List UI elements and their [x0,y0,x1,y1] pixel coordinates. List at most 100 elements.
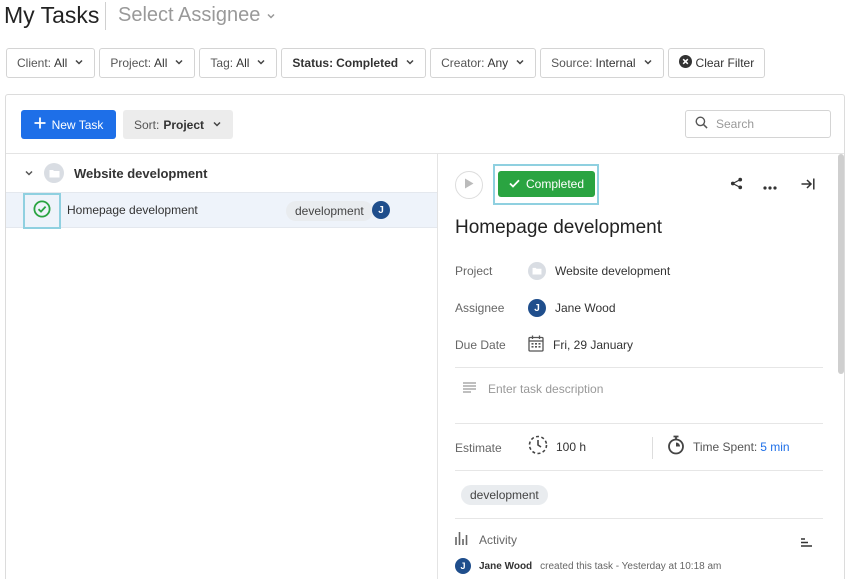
task-list: Website development Homepage development… [6,154,438,579]
filter-status[interactable]: Status: Completed [281,48,427,78]
estimate-label: Estimate [455,441,502,455]
time-spent-label: Time Spent: [693,439,758,454]
filter-value: Internal [595,56,636,70]
filter-label: Status: [292,56,334,70]
page-title: My Tasks [4,2,100,28]
assignee-name: Jane Wood [555,301,616,315]
sort-activity-icon[interactable] [801,535,813,553]
chevron-down-icon [256,56,266,70]
share-icon [730,177,743,195]
collapse-pane-button[interactable] [799,177,817,195]
new-task-button[interactable]: New Task [21,110,116,139]
start-timer-button[interactable] [455,171,483,199]
time-spent-link[interactable]: 5 min [760,440,789,454]
assignee-field-label: Assignee [455,301,505,315]
share-button[interactable] [727,177,745,195]
avatar: J [528,299,546,317]
filter-label: Project: [110,56,152,70]
divider [455,518,823,519]
task-detail-pane: Completed Homepage development Project W… [439,154,844,579]
chevron-down-icon [643,56,653,70]
filter-value: All [54,56,68,70]
text-lines-icon [463,382,476,396]
task-description-input[interactable]: Enter task description [463,382,603,396]
task-row[interactable]: Homepage development development J [6,192,437,229]
clear-filter-button[interactable]: Clear Filter [667,48,766,78]
search-input[interactable]: Search [685,110,831,138]
play-icon [464,176,474,194]
divider [455,470,823,471]
filter-client[interactable]: Client: All [6,48,96,78]
avatar[interactable]: J [372,201,390,219]
chevron-down-icon[interactable] [24,166,34,181]
close-circle-icon [678,55,692,71]
filter-label: Source: [551,56,593,70]
activity-label: Activity [479,532,518,547]
estimate-value: 100 h [556,439,587,454]
sort-value: Project [163,117,205,132]
search-placeholder: Search [716,117,755,131]
chevron-down-icon [212,118,222,132]
completed-status-button[interactable]: Completed [498,171,595,197]
task-name: Homepage development [67,203,198,217]
check-icon [509,177,520,191]
chevron-down-icon [74,56,84,70]
log-text: created this task - Yesterday at 10:18 a… [540,560,722,572]
task-tag[interactable]: development [461,485,548,505]
due-date-field-value[interactable]: Fri, 29 January [528,335,633,355]
filter-project[interactable]: Project: All [99,48,196,78]
more-horizontal-icon [763,177,777,195]
tasks-panel: New Task Sort: Project Search Website de… [5,94,845,579]
time-spent-field: Time Spent: 5 min [667,435,790,458]
project-name: Website development [555,264,671,278]
filter-creator[interactable]: Creator: Any [430,48,537,78]
estimate-row: Estimate 100 h Time Spent: 5 min [455,435,825,461]
project-field-value[interactable]: Website development [528,262,670,280]
task-complete-toggle[interactable] [23,193,61,229]
filter-value: All [154,56,168,70]
divider [455,423,823,424]
filter-value: All [236,56,250,70]
project-group-name: Website development [74,165,208,181]
filter-tag[interactable]: Tag: All [199,48,278,78]
activity-log-entry: J Jane Wood created this task - Yesterda… [455,558,721,574]
log-user: Jane Wood [479,560,533,572]
sort-dropdown[interactable]: Sort: Project [123,110,233,139]
clear-filter-label: Clear Filter [695,56,755,70]
title-divider [105,2,106,30]
filter-value: Completed [336,56,399,70]
filter-bar: Client: All Project: All Tag: All Status… [6,48,766,78]
chevron-down-icon [405,56,415,70]
check-circle-icon [33,200,51,223]
select-assignee-dropdown[interactable]: Select Assignee [118,4,276,27]
sort-prefix: Sort: [133,117,160,132]
project-group-header[interactable]: Website development [6,154,437,192]
divider [455,367,823,368]
due-date-field-label: Due Date [455,338,506,352]
completed-status-label: Completed [525,177,585,191]
arrow-right-to-bar-icon [801,177,815,195]
plus-icon [34,117,46,132]
filter-label: Tag: [210,56,234,70]
more-options-button[interactable] [761,177,779,195]
filter-source[interactable]: Source: Internal [540,48,664,78]
folder-icon [44,163,64,183]
avatar: J [455,558,471,574]
calendar-icon [528,335,544,355]
chevron-down-icon [515,56,525,70]
assignee-field-value[interactable]: J Jane Wood [528,299,616,317]
chevron-down-icon [266,4,276,27]
estimate-field[interactable]: 100 h [528,435,586,458]
status-highlight: Completed [493,164,599,205]
task-tag[interactable]: development [286,201,373,221]
tasks-toolbar: New Task Sort: Project Search [6,95,844,154]
folder-icon [528,262,546,280]
select-assignee-label: Select Assignee [118,4,261,26]
page-header: My Tasks Select Assignee [0,0,850,36]
due-date-value: Fri, 29 January [553,338,634,352]
divider [652,437,653,459]
scrollbar[interactable] [838,154,844,374]
task-detail-title[interactable]: Homepage development [455,217,662,239]
filter-label: Creator: [441,56,485,70]
activity-header: Activity [455,531,820,548]
